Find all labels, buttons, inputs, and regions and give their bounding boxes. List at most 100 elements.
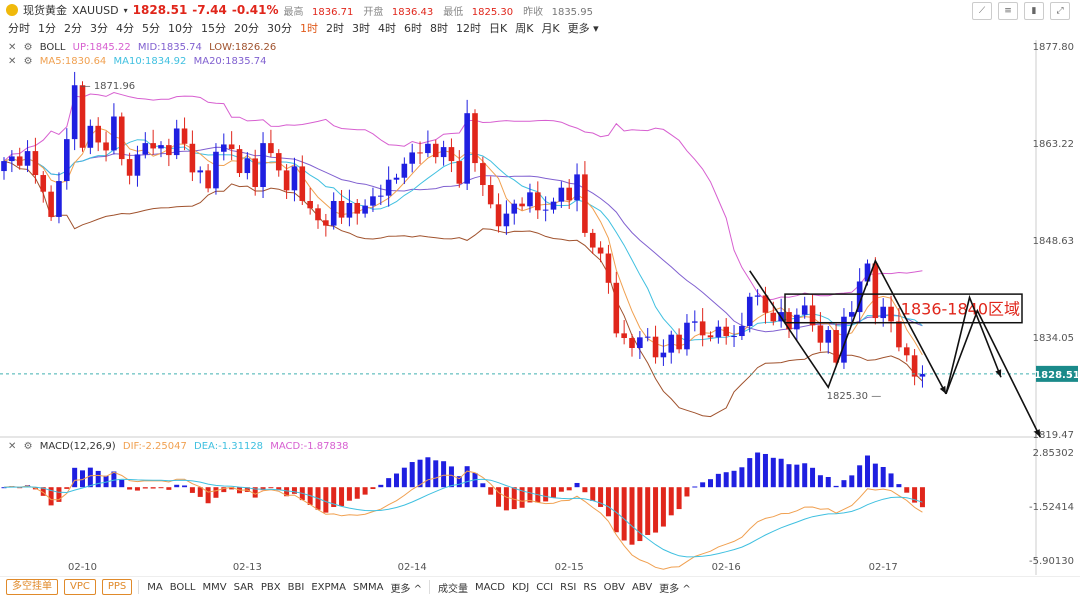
candle-body [605, 253, 612, 283]
macd-bar [72, 467, 78, 488]
candle-body [1, 161, 7, 172]
last-price-tag-text: 1828.51 [1034, 370, 1080, 381]
candle-body [401, 163, 408, 178]
macd-bar [189, 487, 195, 493]
candle-body [362, 205, 368, 214]
candle-body [746, 296, 753, 327]
tool-button[interactable]: VPC [64, 579, 96, 595]
macd-bar [213, 487, 219, 498]
candle-body [393, 177, 400, 180]
candle-body [676, 334, 682, 350]
y-tick-label: 1877.80 [1033, 42, 1074, 53]
indicator-item[interactable]: 成交量 [438, 580, 468, 595]
candle-body [150, 143, 156, 149]
indicator-item[interactable]: KDJ [512, 582, 529, 593]
y-tick-label: 1863.22 [1033, 139, 1074, 150]
indicator-item[interactable]: SAR [234, 582, 254, 593]
indicator-item[interactable]: CCI [536, 582, 553, 593]
candle-body [158, 145, 164, 149]
macd-bar [346, 487, 352, 501]
candle-body [582, 174, 588, 233]
tool-button[interactable]: 多空挂单 [6, 579, 58, 595]
candle-body [354, 202, 361, 214]
macd-bar [480, 483, 486, 488]
indicator-item[interactable]: 更多 ^ [659, 580, 691, 595]
candle-body [142, 143, 149, 155]
indicator-item[interactable]: MACD [475, 582, 505, 593]
indicator-item[interactable]: RSI [560, 582, 576, 593]
indicator-item[interactable]: EXPMA [311, 582, 346, 593]
macd-bar [810, 467, 816, 488]
candle-body [456, 161, 463, 184]
candle-body [542, 209, 549, 211]
candle-body [275, 153, 282, 171]
macd-bar [731, 470, 737, 488]
macd-bar [613, 487, 619, 533]
candle-body [574, 174, 580, 201]
candle-body [166, 145, 172, 156]
indicator-item[interactable]: RS [583, 582, 596, 593]
candle-body [613, 282, 620, 334]
candle-body [723, 326, 729, 337]
candle-body [409, 152, 415, 164]
macd-bar [629, 487, 635, 545]
candle-body [71, 85, 78, 140]
divider [138, 580, 140, 594]
macd-bar [770, 457, 776, 488]
macd-bar [134, 487, 140, 491]
macd-bar [566, 487, 572, 491]
macd-bar [778, 458, 784, 488]
candle-body [221, 144, 227, 152]
arrow-head [995, 369, 1002, 378]
macd-bar [692, 486, 698, 488]
candle-body [566, 187, 572, 201]
candle-body [731, 336, 737, 338]
candle-body [189, 143, 196, 173]
candle-body [378, 195, 384, 197]
candle-body [32, 151, 39, 176]
candle-body [370, 196, 376, 206]
candle-body [95, 125, 101, 143]
macd-bar [888, 473, 894, 488]
macd-bar [448, 466, 454, 488]
candle-body [315, 208, 321, 221]
indicator-bar: 多空挂单 VPC PPS MA BOLL MMV SAR PBX BBI EXPMA SMMA 更多 … [0, 576, 1080, 597]
macd-bar [896, 484, 902, 488]
candlestick-chart[interactable]: 1877.801863.221848.631834.051819.4702-10… [0, 0, 1080, 596]
indicator-item[interactable]: BOLL [170, 582, 196, 593]
indicator-item[interactable]: BBI [288, 582, 305, 593]
macd-bar [488, 487, 494, 495]
divider [429, 580, 430, 594]
indicator-item[interactable]: 更多 ^ [390, 580, 422, 595]
indicator-item[interactable]: MMV [202, 582, 226, 593]
candle-body [550, 201, 557, 210]
macd-bar [708, 479, 713, 488]
candle-body [535, 192, 541, 211]
macd-y-tick-label: -1.52414 [1029, 502, 1074, 513]
macd-bar [339, 487, 345, 507]
macd-bar [857, 465, 863, 488]
tool-button[interactable]: PPS [101, 579, 133, 595]
candle-body [24, 151, 31, 166]
macd-bar [119, 479, 125, 488]
candle-body [527, 192, 533, 207]
candle-body [487, 185, 494, 205]
indicator-item[interactable]: MA [147, 582, 162, 593]
indicator-item[interactable]: OBV [604, 582, 625, 593]
candle-body [173, 128, 180, 156]
indicator-item[interactable]: ABV [632, 582, 652, 593]
candle-body [511, 203, 518, 214]
candle-body [40, 175, 47, 192]
macd-bar [653, 487, 659, 533]
macd-bar [142, 487, 148, 489]
macd-bar [833, 485, 839, 488]
candle-body [684, 322, 690, 350]
macd-bar [786, 464, 792, 488]
indicator-item[interactable]: PBX [261, 582, 281, 593]
macd-bar [378, 484, 384, 488]
candle-body [770, 312, 777, 322]
candle-body [597, 247, 604, 254]
candle-body [385, 179, 392, 196]
indicator-item[interactable]: SMMA [353, 582, 383, 593]
macd-bar [723, 472, 729, 488]
